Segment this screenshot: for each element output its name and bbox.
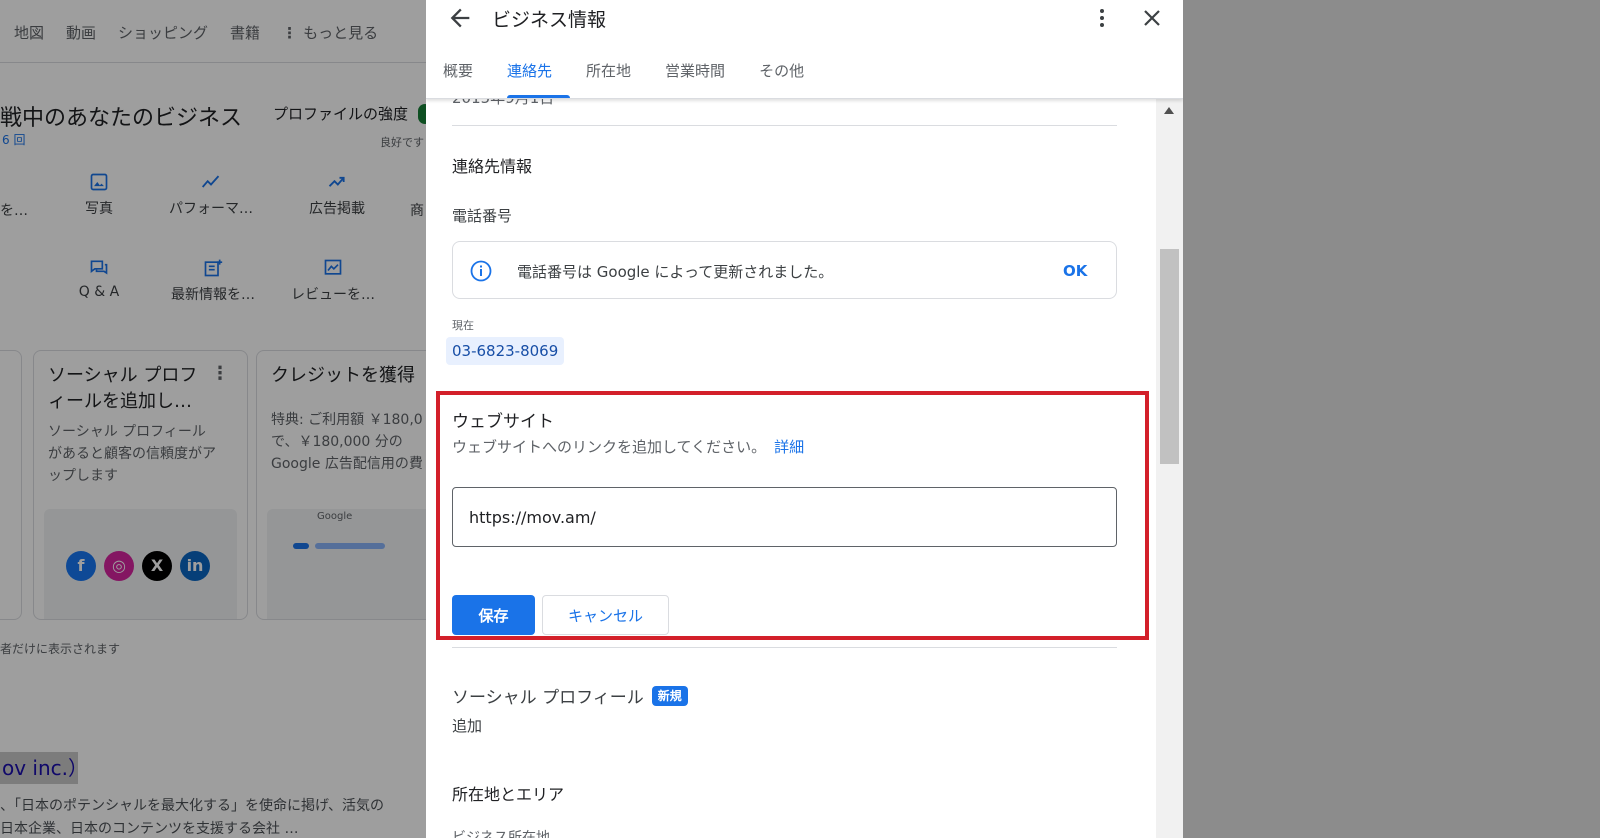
social-profile-title: ソーシャル プロフィール 新規 <box>452 683 688 708</box>
phone-update-notice: 電話番号は Google によって更新されました。 OK <box>452 241 1117 299</box>
modal-scrim-right[interactable] <box>1183 0 1600 838</box>
contact-section-title: 連絡先情報 <box>452 157 533 176</box>
dialog-tabs: 概要 連絡先 所在地 営業時間 その他 <box>443 60 838 98</box>
current-label: 現在 <box>452 319 474 332</box>
dialog-content: 2015年9月1日 連絡先情報 電話番号 電話番号は Google によって更新… <box>426 89 1156 838</box>
social-add-button[interactable]: 追加 <box>452 715 482 736</box>
social-profile-label: ソーシャル プロフィール <box>452 688 644 708</box>
dialog-title: ビジネス情報 <box>492 9 607 31</box>
save-button[interactable]: 保存 <box>452 595 535 635</box>
divider <box>452 125 1117 126</box>
scrollbar[interactable] <box>1156 99 1183 838</box>
tab-contact[interactable]: 連絡先 <box>507 60 571 98</box>
website-title: ウェブサイト <box>452 412 554 432</box>
dialog-header: ビジネス情報 概要 連絡先 所在地 営業時間 その他 <box>426 0 1183 99</box>
notice-ok-button[interactable]: OK <box>1063 262 1087 280</box>
tab-location[interactable]: 所在地 <box>586 60 649 98</box>
website-url-input[interactable] <box>452 487 1117 547</box>
tab-hours[interactable]: 営業時間 <box>665 60 743 98</box>
cancel-button[interactable]: キャンセル <box>542 595 669 635</box>
address-cut-label: ビジネス所在地 <box>452 830 550 838</box>
current-phone: 03-6823-8069 <box>446 337 565 365</box>
website-desc-text: ウェブサイトへのリンクを追加してください。 <box>452 438 767 456</box>
address-section-title: 所在地とエリア <box>452 785 565 804</box>
phone-label: 電話番号 <box>452 207 513 225</box>
close-icon[interactable] <box>1140 6 1164 30</box>
back-arrow-icon[interactable] <box>446 4 474 32</box>
tab-other[interactable]: その他 <box>759 60 822 98</box>
modal-scrim-left[interactable] <box>0 0 426 838</box>
new-badge: 新規 <box>651 685 688 706</box>
divider <box>452 647 1117 648</box>
info-icon <box>469 259 493 283</box>
website-details-link[interactable]: 詳細 <box>774 438 804 456</box>
tab-overview[interactable]: 概要 <box>443 60 491 98</box>
more-vert-icon[interactable] <box>1090 6 1114 30</box>
scroll-up-arrow-icon[interactable] <box>1164 107 1174 114</box>
business-info-dialog: ビジネス情報 概要 連絡先 所在地 営業時間 その他 2015年9月1日 連絡先… <box>426 0 1183 838</box>
scroll-thumb[interactable] <box>1160 249 1179 464</box>
website-description: ウェブサイトへのリンクを追加してください。 詳細 <box>452 436 804 457</box>
notice-text: 電話番号は Google によって更新されました。 <box>517 263 834 281</box>
